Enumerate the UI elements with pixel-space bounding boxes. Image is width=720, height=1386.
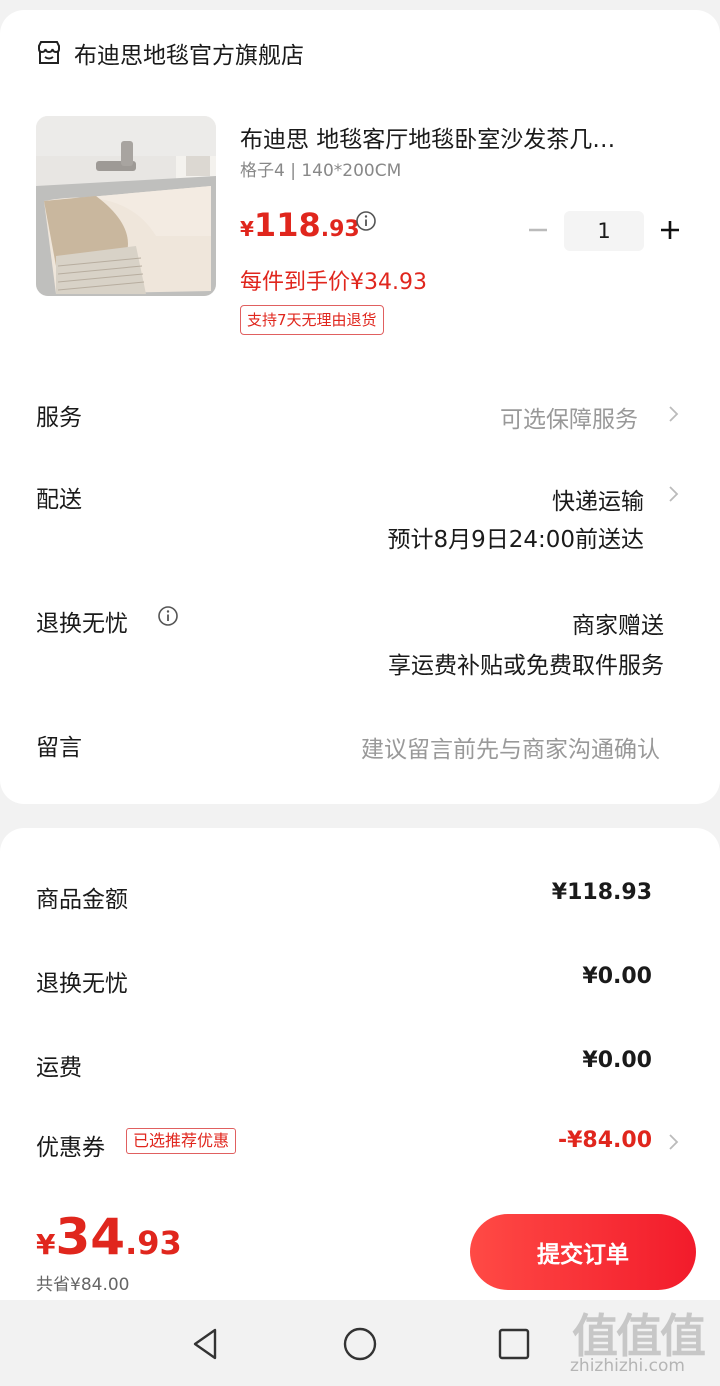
chevron-right-icon[interactable] bbox=[666, 1132, 680, 1152]
delivery-label: 配送 bbox=[36, 487, 82, 513]
goods-amount-label: 商品金额 bbox=[36, 887, 128, 913]
service-value[interactable]: 可选保障服务 bbox=[500, 400, 638, 434]
coupon-tag: 已选推荐优惠 bbox=[126, 1128, 237, 1154]
product-spec[interactable]: 格子4 | 140*200CM bbox=[240, 156, 401, 181]
return-label: 退换无忧 bbox=[36, 611, 128, 637]
store-name: 布迪思地毯官方旗舰店 bbox=[74, 43, 304, 69]
info-icon[interactable] bbox=[355, 210, 377, 232]
decrease-quantity-button[interactable] bbox=[526, 218, 550, 242]
submit-order-button[interactable]: 提交订单 bbox=[470, 1214, 696, 1290]
return-fee-label: 退换无忧 bbox=[36, 971, 128, 997]
shipping-value: ¥0.00 bbox=[582, 1048, 652, 1073]
total-decimal: .93 bbox=[125, 1224, 182, 1262]
home-icon[interactable] bbox=[342, 1326, 378, 1362]
total-currency: ¥ bbox=[36, 1228, 56, 1261]
saved-amount: 共省¥84.00 bbox=[36, 1275, 130, 1295]
delivery-value[interactable]: 快递运输 bbox=[552, 482, 644, 516]
total-integer: 34 bbox=[55, 1208, 126, 1266]
coupon-label: 优惠券 bbox=[36, 1135, 105, 1161]
recents-icon[interactable] bbox=[496, 1326, 532, 1362]
total-price: ¥ 34 .93 bbox=[36, 1208, 182, 1266]
goods-amount-value: ¥118.93 bbox=[551, 880, 652, 905]
watermark-url: zhizhizhi.com bbox=[570, 1356, 685, 1376]
return-description: 享运费补贴或免费取件服务 bbox=[388, 653, 664, 679]
store-header[interactable]: 布迪思地毯官方旗舰店 bbox=[36, 36, 304, 70]
price-currency: ¥ bbox=[240, 217, 254, 241]
increase-quantity-button[interactable] bbox=[658, 218, 682, 242]
shipping-label: 运费 bbox=[36, 1055, 82, 1081]
return-fee-value: ¥0.00 bbox=[582, 964, 652, 989]
price-decimal: .93 bbox=[320, 217, 360, 242]
price-integer: 118 bbox=[253, 206, 321, 244]
product-price: ¥ 118 .93 bbox=[240, 206, 360, 244]
return-policy-tag: 支持7天无理由退货 bbox=[240, 305, 384, 335]
service-label: 服务 bbox=[36, 405, 82, 431]
product-title[interactable]: 布迪思 地毯客厅地毯卧室沙发茶几… bbox=[240, 120, 670, 154]
coupon-value[interactable]: -¥84.00 bbox=[558, 1128, 652, 1153]
chevron-right-icon[interactable] bbox=[666, 484, 680, 504]
quantity-field[interactable]: 1 bbox=[564, 211, 644, 251]
chevron-right-icon[interactable] bbox=[666, 404, 680, 424]
back-icon[interactable] bbox=[188, 1326, 224, 1362]
delivery-eta: 预计8月9日24:00前送达 bbox=[387, 527, 644, 553]
return-value: 商家赠送 bbox=[572, 613, 664, 639]
note-label: 留言 bbox=[36, 735, 82, 761]
store-icon bbox=[38, 41, 60, 64]
info-icon[interactable] bbox=[157, 605, 179, 627]
note-input[interactable]: 建议留言前先与商家沟通确认 bbox=[361, 730, 660, 764]
net-price: 每件到手价¥34.93 bbox=[240, 270, 427, 295]
product-image[interactable] bbox=[36, 116, 216, 296]
